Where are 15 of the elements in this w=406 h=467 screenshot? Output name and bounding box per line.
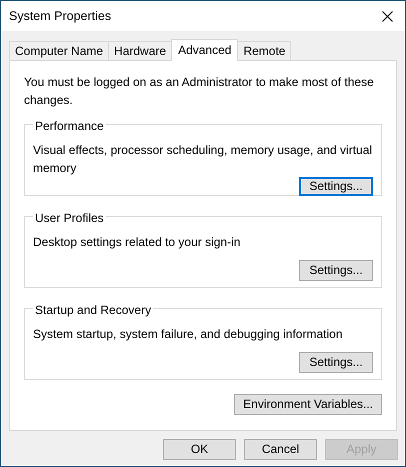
admin-notice: You must be logged on as an Administrator to make most of these changes. <box>24 74 375 109</box>
tab[interactable]: Computer Name <box>9 41 110 60</box>
settings-button[interactable]: Settings... <box>299 260 373 281</box>
settings-button[interactable]: Settings... <box>299 352 373 373</box>
group-description: Desktop settings related to your sign-in <box>33 234 242 251</box>
group-description: System startup, system failure, and debugging information <box>33 326 344 343</box>
close-icon[interactable] <box>382 10 393 22</box>
group-description: Visual effects, processor scheduling, memory usage, and virtual memory <box>33 142 373 177</box>
dialog-button[interactable]: OK <box>163 439 236 460</box>
tab[interactable]: Advanced <box>171 39 238 61</box>
window-title: System Properties <box>9 8 112 25</box>
settings-button[interactable]: Settings... <box>299 177 373 196</box>
environment-variables-button[interactable]: Environment Variables... <box>234 394 382 415</box>
tab[interactable]: Remote <box>237 41 292 60</box>
dialog-button[interactable]: Cancel <box>244 439 317 460</box>
